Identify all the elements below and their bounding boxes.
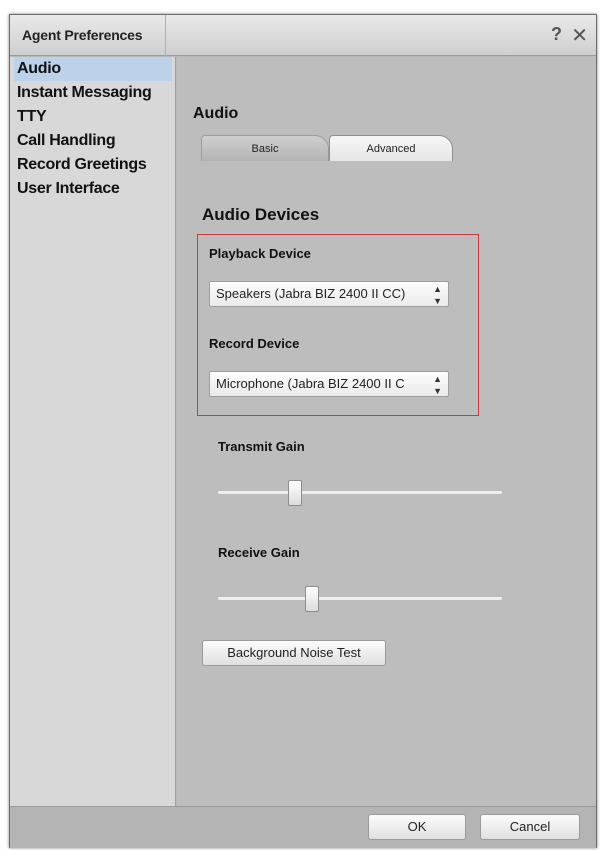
background-noise-test-button[interactable]: Background Noise Test [202,640,386,666]
sidebar-item-record-greetings[interactable]: Record Greetings [14,153,172,177]
transmit-gain-label: Transmit Gain [218,439,305,454]
record-device-label: Record Device [209,336,300,351]
help-icon[interactable]: ? [551,24,562,45]
title-bar: Agent Preferences ? ✕ [10,15,596,56]
sidebar-item-user-interface[interactable]: User Interface [14,177,172,201]
record-device-select[interactable]: Microphone (Jabra BIZ 2400 II C ▲ ▼ [209,371,449,397]
footer-bar: OK Cancel [10,806,596,848]
close-icon[interactable]: ✕ [571,23,588,48]
audio-devices-heading: Audio Devices [202,205,320,224]
cancel-button[interactable]: Cancel [480,814,580,840]
receive-gain-label: Receive Gain [218,545,300,560]
tab-advanced[interactable]: Advanced [329,135,453,161]
content-panel: Audio Basic Advanced Audio Devices Playb… [177,57,596,806]
agent-preferences-dialog: Agent Preferences ? ✕ Audio Instant Mess… [9,14,597,848]
receive-gain-slider[interactable] [218,586,502,612]
transmit-gain-thumb[interactable] [287,480,302,506]
sidebar-item-audio[interactable]: Audio [14,57,172,81]
record-device-value: Microphone (Jabra BIZ 2400 II C [216,376,405,391]
sidebar-item-call-handling[interactable]: Call Handling [14,129,172,153]
transmit-gain-slider[interactable] [218,480,502,506]
title-divider [165,15,166,56]
tab-basic[interactable]: Basic [201,135,329,161]
sidebar-item-instant-messaging[interactable]: Instant Messaging [14,81,172,105]
receive-gain-thumb[interactable] [304,586,319,612]
ok-button[interactable]: OK [368,814,466,840]
select-arrows-icon: ▲ ▼ [433,374,442,396]
window-title: Agent Preferences [22,27,143,43]
sidebar-item-tty[interactable]: TTY [14,105,172,129]
playback-device-select[interactable]: Speakers (Jabra BIZ 2400 II CC) ▲ ▼ [209,281,449,307]
sidebar: Audio Instant Messaging TTY Call Handlin… [10,57,176,806]
audio-devices-highlight-box: Playback Device Speakers (Jabra BIZ 2400… [197,234,479,416]
playback-device-value: Speakers (Jabra BIZ 2400 II CC) [216,286,406,301]
select-arrows-icon: ▲ ▼ [433,284,442,306]
section-title: Audio [193,105,239,122]
playback-device-label: Playback Device [209,246,311,261]
